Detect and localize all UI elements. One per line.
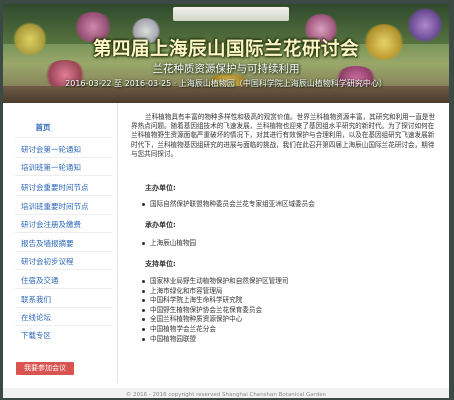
list-item: 国际自然保护联盟物种委员会兰花专家组亚洲区域委员会	[141, 200, 315, 210]
sidebar-item-registration[interactable]: 研讨会注册及缴费	[3, 220, 117, 229]
register-button[interactable]: 我要参加会议	[16, 362, 74, 375]
sidebar-item-home[interactable]: 首页	[3, 123, 83, 132]
nav-divider	[15, 325, 113, 326]
sidebar-item-forum[interactable]: 在线论坛	[3, 313, 117, 322]
host-list: 上海辰山植物园	[141, 239, 196, 249]
list-item: 上海辰山植物园	[141, 239, 196, 249]
organizer-heading: 主办单位:	[145, 184, 176, 192]
list-item: 中国植物园联盟	[141, 335, 288, 345]
page: 第四届上海辰山国际兰花研讨会 兰花种质资源保护与可持续利用 2016-03-22…	[3, 4, 449, 398]
sidebar-item-symposium-dates[interactable]: 研讨会重要时间节点	[3, 183, 117, 192]
sidebar-item-agenda[interactable]: 研讨会初步议程	[3, 257, 117, 266]
nav-divider	[15, 157, 113, 158]
sidebar-item-symposium-first-notice[interactable]: 研讨会第一轮通知	[3, 145, 117, 154]
nav-divider	[15, 288, 113, 289]
sidebar-item-abstracts[interactable]: 报告及墙报摘要	[3, 239, 117, 248]
banner-signboard	[173, 7, 289, 21]
list-item: 中国野生植物保护协会兰花保育委员会	[141, 306, 288, 316]
sidebar-item-training-first-notice[interactable]: 培训班第一轮通知	[3, 163, 117, 172]
conference-dates: 2016-03-22 至 2016-03-25 · 上海辰山植物园（中国科学院上…	[65, 79, 387, 88]
list-item: 上海市绿化和市容管理局	[141, 287, 288, 297]
intro-paragraph: 兰科植物具有丰富的物种多样性和极高的观赏价值。世界兰科植物资源丰富，其研究和利用…	[131, 113, 436, 158]
nav-divider	[15, 269, 113, 270]
list-item: 国家林业局野生动植物保护和自然保护区管理司	[141, 277, 288, 287]
list-item: 全国兰科植物种质资源保护中心	[141, 315, 288, 325]
nav-divider	[15, 175, 113, 176]
conference-title: 第四届上海辰山国际兰花研讨会	[92, 39, 359, 60]
main-content: 兰科植物具有丰富的物种多样性和极高的观赏价值。世界兰科植物资源丰富，其研究和利用…	[123, 103, 443, 383]
list-item: 中国植物学会兰花分会	[141, 325, 288, 335]
list-item: 中国科学院上海生命科学研究院	[141, 296, 288, 306]
sidebar-nav: 首页 研讨会第一轮通知 培训班第一轮通知 研讨会重要时间节点 培训班重要时间节点…	[3, 103, 118, 383]
footer: © 2016 - 2016 copyright reserved Shangha…	[3, 388, 449, 398]
sidebar-item-downloads[interactable]: 下载专区	[3, 331, 117, 340]
sidebar-item-training-dates[interactable]: 培训班重要时间节点	[3, 202, 117, 211]
supporter-heading: 支持单位:	[145, 260, 176, 268]
header-banner: 第四届上海辰山国际兰花研讨会 兰花种质资源保护与可持续利用 2016-03-22…	[3, 4, 449, 103]
nav-divider	[15, 232, 113, 233]
supporter-list: 国家林业局野生动植物保护和自然保护区管理司 上海市绿化和市容管理局 中国科学院上…	[141, 277, 288, 344]
organizer-list: 国际自然保护联盟物种委员会兰花专家组亚洲区域委员会	[141, 200, 315, 210]
conference-subtitle: 兰花种质资源保护与可持续利用	[152, 63, 300, 75]
nav-divider	[15, 251, 113, 252]
nav-divider	[15, 214, 113, 215]
copyright-text: © 2016 - 2016 copyright reserved Shangha…	[125, 392, 327, 398]
sidebar-item-contact[interactable]: 联系我们	[3, 295, 117, 304]
host-heading: 承办单位:	[145, 221, 176, 229]
sidebar-item-accommodation[interactable]: 住宿及交通	[3, 276, 117, 285]
nav-divider	[15, 137, 113, 138]
nav-divider	[15, 195, 113, 196]
nav-divider	[15, 307, 113, 308]
